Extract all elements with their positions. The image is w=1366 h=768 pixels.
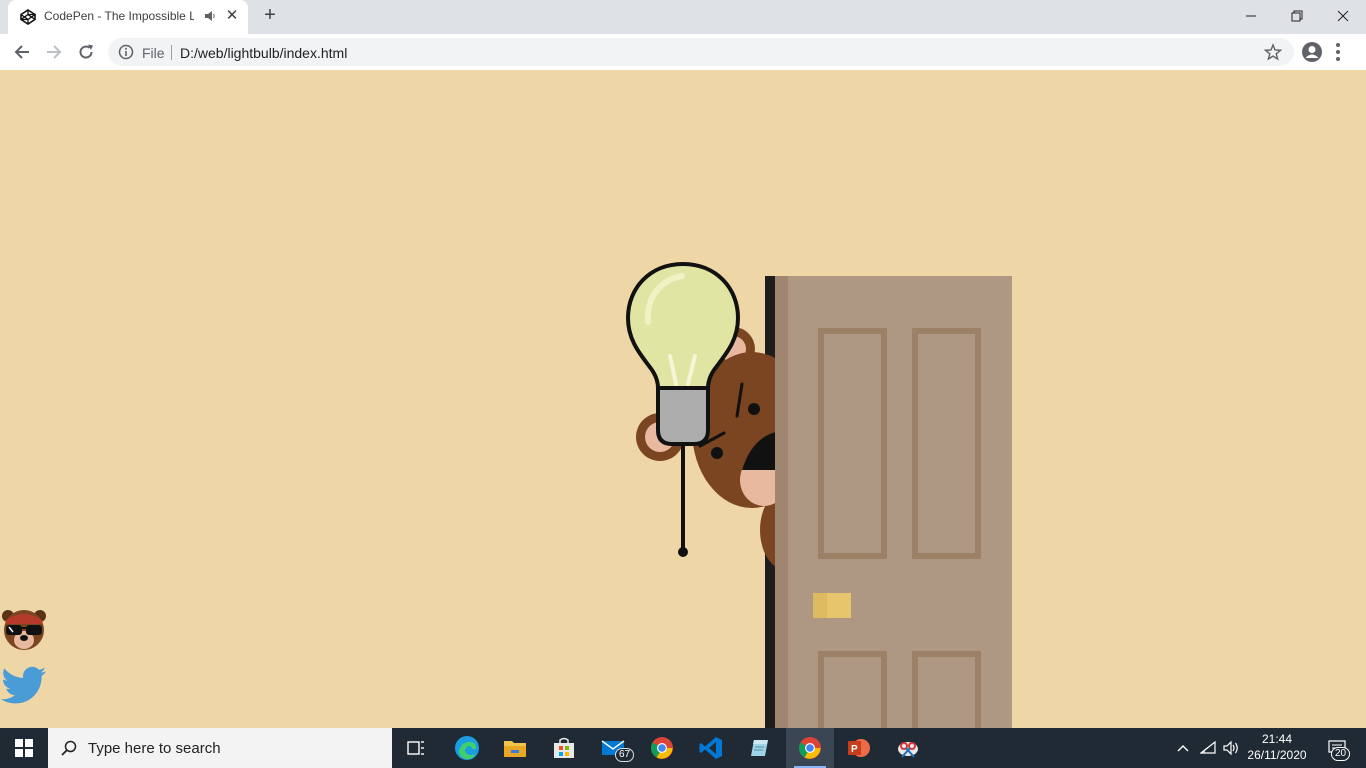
task-view-icon[interactable] xyxy=(392,728,440,768)
chrome-icon[interactable] xyxy=(786,728,834,768)
clock-time: 21:44 xyxy=(1261,732,1293,746)
profile-icon[interactable] xyxy=(1300,40,1324,64)
address-bar[interactable]: File D:/web/lightbulb/index.html xyxy=(108,38,1294,66)
codepen-icon xyxy=(20,9,36,25)
scheme-label: File xyxy=(142,45,165,61)
minimize-icon[interactable] xyxy=(1228,0,1274,32)
door xyxy=(775,276,1012,728)
pull-cord-knob[interactable] xyxy=(678,547,688,557)
volume-icon[interactable] xyxy=(1220,728,1244,768)
clock-date: 26/11/2020 xyxy=(1247,748,1307,762)
file-explorer-icon[interactable] xyxy=(491,728,539,768)
vscode-icon[interactable] xyxy=(687,728,735,768)
svg-text:P: P xyxy=(851,744,858,755)
taskbar: Type here to search 67 P 21:44 26/11/202… xyxy=(0,728,1366,768)
mail-icon[interactable]: 67 xyxy=(589,728,637,768)
new-tab-icon[interactable]: + xyxy=(258,4,282,27)
lightbulb-scene xyxy=(625,261,1012,728)
tab-title: CodePen - The Impossible Li xyxy=(44,9,194,23)
page-content xyxy=(0,70,1366,728)
notepad-icon[interactable] xyxy=(736,728,784,768)
search-placeholder: Type here to search xyxy=(88,740,221,757)
store-icon[interactable] xyxy=(540,728,588,768)
show-hidden-icons-chevron-icon[interactable] xyxy=(1172,728,1194,768)
notification-count-badge: 20 xyxy=(1331,747,1351,761)
search-icon xyxy=(61,740,77,756)
windows-start-icon[interactable] xyxy=(0,728,48,768)
snipping-tool-icon[interactable] xyxy=(884,728,932,768)
powerpoint-icon[interactable]: P xyxy=(835,728,883,768)
reload-icon[interactable] xyxy=(74,40,98,64)
url-text[interactable]: D:/web/lightbulb/index.html xyxy=(180,45,347,61)
restore-icon[interactable] xyxy=(1274,0,1320,32)
tab-close-icon[interactable]: ✕ xyxy=(224,6,240,24)
info-icon[interactable] xyxy=(118,44,134,60)
close-window-icon[interactable] xyxy=(1320,0,1366,32)
bear-avatar-icon[interactable] xyxy=(0,606,48,654)
browser-toolbar: File D:/web/lightbulb/index.html xyxy=(0,34,1366,71)
audio-playing-icon[interactable] xyxy=(204,9,216,23)
chrome-icon[interactable] xyxy=(638,728,686,768)
bookmark-star-icon[interactable] xyxy=(1264,43,1282,61)
browser-tab[interactable]: CodePen - The Impossible Li ✕ xyxy=(8,0,248,34)
more-menu-icon[interactable] xyxy=(1334,40,1342,64)
forward-arrow-icon[interactable] xyxy=(42,40,66,64)
twitter-icon[interactable] xyxy=(0,662,48,710)
back-arrow-icon[interactable] xyxy=(10,40,34,64)
url-separator xyxy=(171,45,172,60)
wifi-icon[interactable] xyxy=(1196,728,1220,768)
edge-icon[interactable] xyxy=(443,728,491,768)
tab-strip: CodePen - The Impossible Li ✕ + xyxy=(0,0,1366,34)
taskbar-search-box[interactable]: Type here to search xyxy=(48,728,392,768)
taskbar-clock[interactable]: 21:44 26/11/2020 xyxy=(1244,731,1310,763)
mail-badge: 67 xyxy=(615,748,635,762)
